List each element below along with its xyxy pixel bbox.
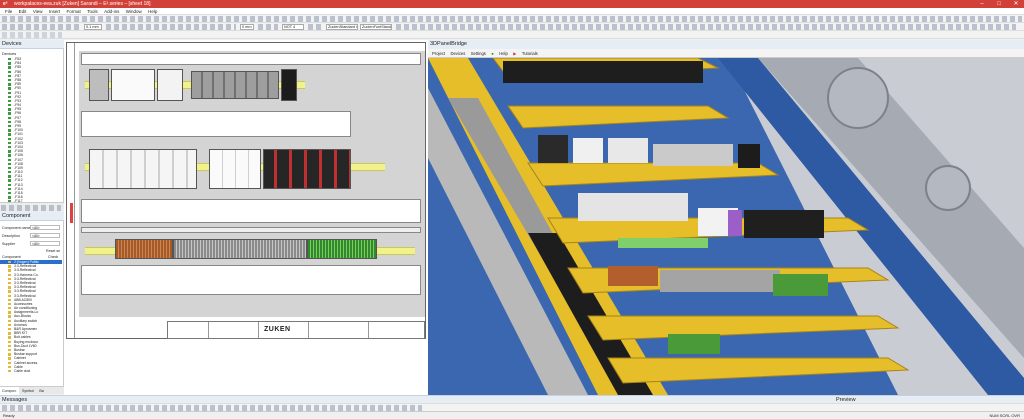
line-width-select[interactable]: 0.1 mm xyxy=(84,24,102,30)
menu-project[interactable]: Project xyxy=(432,49,445,58)
component-panel-title: Component xyxy=(0,212,64,221)
toolbar-icons[interactable] xyxy=(106,24,236,30)
title-block-cell xyxy=(258,322,259,338)
terminal-block-row xyxy=(307,239,377,259)
field-label: Component name xyxy=(2,226,31,230)
devices-panel-title: Devices xyxy=(0,40,64,49)
title-block-cell xyxy=(208,322,209,338)
description-input[interactable]: <All> xyxy=(30,233,60,238)
terminal-block-row xyxy=(115,239,173,259)
menu-settings[interactable]: Settings xyxy=(471,49,486,58)
tab-other[interactable]: Ba xyxy=(37,387,45,395)
menu-edit[interactable]: Edit xyxy=(19,8,27,15)
sheet-marker xyxy=(70,203,73,223)
devices-subtitle: Devices xyxy=(2,51,17,56)
panel-3d-window: 3DPanelBridge Project Devices Settings ●… xyxy=(428,40,1024,395)
view3d-title: 3DPanelBridge xyxy=(428,40,1024,49)
3d-scene[interactable] xyxy=(428,58,1024,395)
messages-bar xyxy=(424,395,834,403)
supplier-input[interactable]: <All> xyxy=(30,241,60,246)
title-block: ZUKEN xyxy=(167,321,425,339)
toolbar-icons[interactable] xyxy=(308,24,322,30)
toolbar-standard xyxy=(0,15,1024,23)
toolbar-sheet xyxy=(0,31,1024,39)
menu-help[interactable]: Help xyxy=(148,8,157,15)
device-block xyxy=(263,149,351,189)
menu-devices[interactable]: Devices xyxy=(450,49,465,58)
menu-help3d[interactable]: Help xyxy=(499,49,508,58)
window-title: workpalaces-eea.zuk [Zuken] Sarandi – E³… xyxy=(14,1,151,7)
app-icon: e³ xyxy=(3,1,8,7)
toolbar-icons[interactable] xyxy=(2,24,82,30)
maximize-button[interactable]: □ xyxy=(991,0,1007,8)
device-block xyxy=(157,69,183,101)
device-tree[interactable]: -F83 -F84 -F85 -F86 -F87 -F88 -F89 -F90 -F91 -F92… xyxy=(0,57,62,217)
toolbar-icons[interactable] xyxy=(396,24,1016,30)
device-block xyxy=(209,149,261,189)
status-text: Ready xyxy=(3,413,15,418)
device-block xyxy=(89,149,197,189)
toolbar-format: 0.1 mm 0 mm NOT 4 ZuolenStandard Comp Zu… xyxy=(0,23,1024,31)
toolbar-icons[interactable] xyxy=(2,16,1022,22)
device-block xyxy=(281,69,297,101)
menu-window[interactable]: Window xyxy=(126,8,142,15)
device-block xyxy=(191,71,279,99)
menu-addins[interactable]: Add-ins xyxy=(104,8,119,15)
cable-duct xyxy=(81,227,421,233)
status-bar: Ready NUM SCRL OVR xyxy=(0,411,1024,418)
cable-duct xyxy=(81,199,421,223)
style-select[interactable]: ZuolenFontStandard xyxy=(360,24,392,30)
menu-view[interactable]: View xyxy=(33,8,43,15)
menu-tutorials[interactable]: Tutorials xyxy=(522,49,538,58)
drawing-canvas[interactable]: ZUKEN xyxy=(64,40,428,395)
column-header-check[interactable]: Check xyxy=(48,255,58,259)
column-header-component[interactable]: Component xyxy=(2,255,21,259)
device-block xyxy=(89,69,109,101)
cable-duct xyxy=(81,53,421,65)
toolbar-bottom xyxy=(0,403,1024,411)
field-label: Description xyxy=(2,234,20,238)
title-block-cell xyxy=(368,322,369,338)
toolbar-icons[interactable] xyxy=(2,32,62,38)
component-tree-item[interactable]: Cable duct xyxy=(0,369,62,373)
tab-symbols[interactable]: Symbol xyxy=(20,387,36,395)
devices-panel: Devices -F83 -F84 -F85 -F86 -F87 -F88 -F89 -F90… xyxy=(0,49,64,217)
cable-duct xyxy=(81,265,421,295)
component-tree[interactable]: 2:(Vsgen) Public 3:3-Reflectivial 3:3-Refl… xyxy=(0,260,62,373)
menu-format[interactable]: Format xyxy=(67,8,81,15)
cable-duct xyxy=(81,111,351,137)
close-button[interactable]: ✕ xyxy=(1008,0,1024,8)
menu-bar: File Edit View Insert Format Tools Add-i… xyxy=(0,8,1024,15)
panel-plate xyxy=(79,51,425,317)
help-icon[interactable]: ● xyxy=(491,49,494,58)
menu-tools[interactable]: Tools xyxy=(87,8,98,15)
layer-select[interactable]: NOT 4 xyxy=(282,24,304,30)
font-select[interactable]: ZuolenStandard Comp xyxy=(326,24,358,30)
grid-select[interactable]: 0 mm xyxy=(240,24,254,30)
device-block xyxy=(111,69,155,101)
toolbar-icons[interactable] xyxy=(258,24,278,30)
tab-components[interactable]: Compon. xyxy=(0,387,19,395)
devices-toolbar xyxy=(0,202,64,212)
component-tabs: Compon. Symbol Ba xyxy=(0,386,64,395)
component-panel: Component name <All> Description <All> S… xyxy=(0,221,64,386)
window-titlebar: e³ workpalaces-eea.zuk [Zuken] Sarandi –… xyxy=(0,0,1024,8)
messages-panel-title: Messages xyxy=(0,395,424,403)
menu-insert[interactable]: Insert xyxy=(49,8,60,15)
sheet-border xyxy=(67,43,75,338)
reset-button[interactable]: Reset se xyxy=(46,249,60,253)
tutorials-icon[interactable]: ▶ xyxy=(513,49,516,58)
minimize-button[interactable]: – xyxy=(974,0,990,8)
preview-panel-title: Preview xyxy=(834,395,1024,403)
menu-file[interactable]: File xyxy=(5,8,12,15)
title-block-cell xyxy=(308,322,309,338)
view3d-menu: Project Devices Settings ● Help ▶ Tutori… xyxy=(428,49,1024,58)
terminal-block-row xyxy=(173,239,307,259)
toolbar-icons[interactable] xyxy=(1,205,61,211)
component-name-input[interactable]: <All> xyxy=(30,225,60,230)
drawing-margin xyxy=(64,340,428,395)
drawing-sheet: ZUKEN xyxy=(66,42,426,339)
field-label: Supplier xyxy=(2,242,16,246)
zuken-logo: ZUKEN xyxy=(264,326,291,333)
